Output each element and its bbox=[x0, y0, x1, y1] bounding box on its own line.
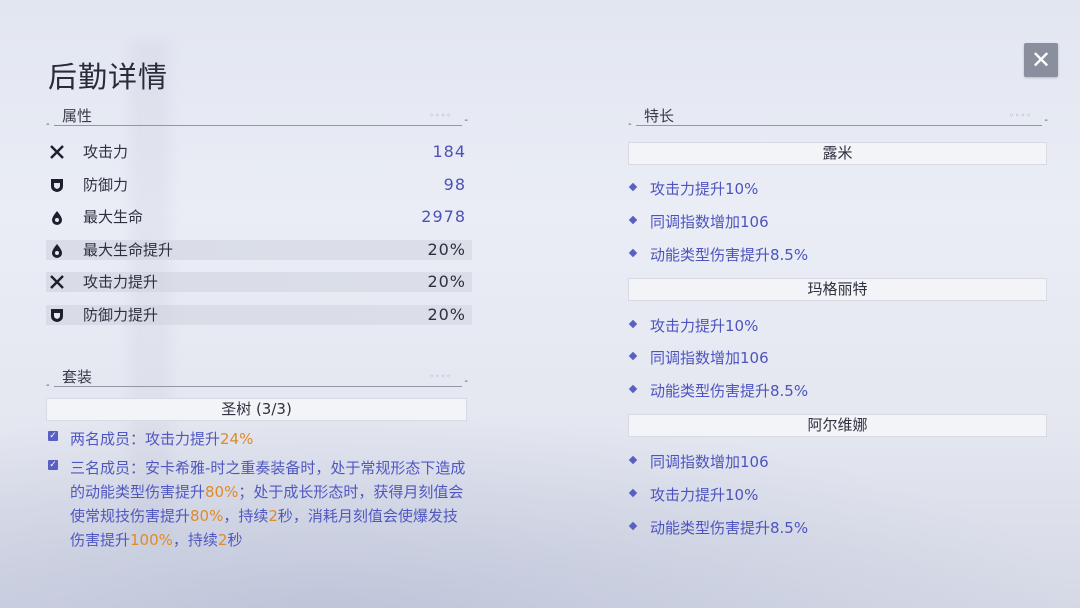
attribute-row-defense-boost: 防御力提升 20% bbox=[46, 305, 472, 325]
attribute-row-attack: 攻击力 184 bbox=[46, 142, 472, 162]
set-bonus-text: 两名成员：攻击力提升24% bbox=[70, 427, 472, 451]
attribute-value: 2978 bbox=[421, 207, 466, 226]
specialty-item-text: 动能类型伤害提升8.5% bbox=[650, 519, 809, 537]
diamond-bullet-icon bbox=[628, 351, 638, 361]
bonus-value: 80% bbox=[190, 507, 224, 525]
attribute-name: 防御力提升 bbox=[83, 306, 159, 324]
header-decoration: ◦◦◦◦ bbox=[429, 111, 452, 120]
attribute-value: 98 bbox=[443, 175, 466, 194]
attributes-header: - 属性 ◦◦◦◦ - bbox=[46, 105, 468, 130]
specialty-item-text: 同调指数增加106 bbox=[650, 213, 769, 231]
page-title: 后勤详情 bbox=[48, 60, 169, 94]
attribute-name: 最大生命 bbox=[83, 208, 144, 226]
attribute-name: 攻击力提升 bbox=[83, 273, 159, 291]
set-bonus-text: 三名成员：安卡希雅-时之重奏装备时，处于常规形态下造成的动能类型伤害提升80%；… bbox=[70, 456, 472, 552]
bonus-text: 两名成员：攻击力提升 bbox=[70, 430, 221, 448]
diamond-bullet-icon bbox=[628, 384, 638, 394]
diamond-bullet-icon bbox=[628, 455, 638, 465]
set-bonus-two-piece: ✓ 两名成员：攻击力提升24% bbox=[46, 427, 472, 451]
attribute-value: 184 bbox=[432, 142, 466, 161]
bonus-text: ，持续 bbox=[223, 507, 269, 525]
attribute-name: 攻击力 bbox=[83, 143, 129, 161]
attributes-header-label: 属性 bbox=[62, 107, 93, 125]
attribute-row-defense: 防御力 98 bbox=[46, 175, 472, 195]
specialty-group-name: 露米 bbox=[628, 142, 1047, 165]
header-tick-left: - bbox=[46, 119, 50, 130]
attribute-name: 防御力 bbox=[83, 176, 129, 194]
checkbox-icon: ✓ bbox=[48, 460, 58, 470]
checkbox-icon: ✓ bbox=[48, 431, 58, 441]
diamond-bullet-icon bbox=[628, 521, 638, 531]
header-divider bbox=[54, 386, 462, 387]
bonus-value: 24% bbox=[220, 430, 254, 448]
diamond-bullet-icon bbox=[628, 215, 638, 225]
header-tick-right: - bbox=[464, 376, 468, 387]
diamond-bullet-icon bbox=[628, 182, 638, 192]
specialty-item-text: 攻击力提升10% bbox=[650, 486, 759, 504]
specialty-item-text: 动能类型伤害提升8.5% bbox=[650, 246, 809, 264]
set-header-label: 套装 bbox=[62, 368, 93, 386]
specialty-header-label: 特长 bbox=[644, 107, 675, 125]
specialty-item: 同调指数增加106 bbox=[628, 451, 1048, 473]
attribute-value: 20% bbox=[427, 305, 466, 324]
header-tick-left: - bbox=[628, 119, 632, 130]
drop-icon bbox=[49, 241, 65, 259]
set-header: - 套装 ◦◦◦◦ - bbox=[46, 366, 468, 391]
header-divider bbox=[636, 125, 1042, 126]
attribute-row-max-hp-boost: 最大生命提升 20% bbox=[46, 240, 472, 260]
header-decoration: ◦◦◦◦ bbox=[429, 372, 452, 381]
specialty-item-text: 攻击力提升10% bbox=[650, 180, 759, 198]
attribute-name: 最大生命提升 bbox=[83, 241, 174, 259]
specialty-group-name: 阿尔维娜 bbox=[628, 414, 1047, 437]
specialty-item: 动能类型伤害提升8.5% bbox=[628, 380, 1048, 402]
specialty-header: - 特长 ◦◦◦◦ - bbox=[628, 105, 1048, 130]
attribute-value: 20% bbox=[427, 272, 466, 291]
set-bonus-three-piece: ✓ 三名成员：安卡希雅-时之重奏装备时，处于常规形态下造成的动能类型伤害提升80… bbox=[46, 456, 472, 552]
attribute-value: 20% bbox=[427, 240, 466, 259]
specialty-item: 动能类型伤害提升8.5% bbox=[628, 517, 1048, 539]
header-tick-right: - bbox=[1044, 115, 1048, 126]
attribute-row-attack-boost: 攻击力提升 20% bbox=[46, 272, 472, 292]
shield-icon bbox=[49, 306, 65, 324]
specialty-group-name: 玛格丽特 bbox=[628, 278, 1047, 301]
shield-icon bbox=[49, 176, 65, 194]
specialty-item: 同调指数增加106 bbox=[628, 347, 1048, 369]
bonus-value: 80% bbox=[205, 483, 239, 501]
specialty-item-text: 攻击力提升10% bbox=[650, 317, 759, 335]
specialty-item-text: 同调指数增加106 bbox=[650, 453, 769, 471]
header-decoration: ◦◦◦◦ bbox=[1009, 111, 1032, 120]
specialty-item: 攻击力提升10% bbox=[628, 315, 1048, 337]
set-name-bar: 圣树 (3/3) bbox=[46, 398, 467, 421]
diamond-bullet-icon bbox=[628, 319, 638, 329]
header-tick-left: - bbox=[46, 380, 50, 391]
attribute-row-max-hp: 最大生命 2978 bbox=[46, 207, 472, 227]
bonus-value: 100% bbox=[130, 531, 173, 549]
bonus-text: ，持续 bbox=[172, 531, 218, 549]
crossed-swords-icon bbox=[49, 273, 65, 291]
crossed-swords-icon bbox=[49, 143, 65, 161]
header-divider bbox=[54, 125, 462, 126]
drop-icon bbox=[49, 208, 65, 226]
specialty-item-text: 动能类型伤害提升8.5% bbox=[650, 382, 809, 400]
specialty-item: 攻击力提升10% bbox=[628, 484, 1048, 506]
specialty-item: 同调指数增加106 bbox=[628, 211, 1048, 233]
close-button[interactable]: ✕ bbox=[1024, 43, 1058, 77]
specialty-item-text: 同调指数增加106 bbox=[650, 349, 769, 367]
specialty-item: 攻击力提升10% bbox=[628, 178, 1048, 200]
bonus-text: 秒 bbox=[227, 531, 243, 549]
specialty-item: 动能类型伤害提升8.5% bbox=[628, 244, 1048, 266]
diamond-bullet-icon bbox=[628, 488, 638, 498]
header-tick-right: - bbox=[464, 115, 468, 126]
diamond-bullet-icon bbox=[628, 248, 638, 258]
bonus-value: 2 bbox=[268, 507, 278, 525]
